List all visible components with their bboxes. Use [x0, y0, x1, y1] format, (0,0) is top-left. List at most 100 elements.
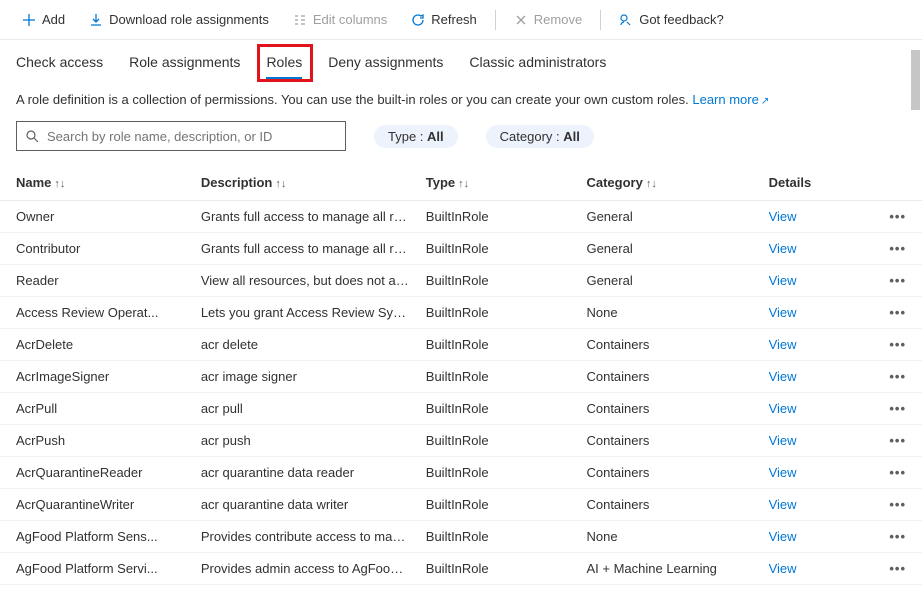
description-row: A role definition is a collection of per… — [0, 80, 922, 121]
col-header-category[interactable]: Category↑↓ — [578, 165, 760, 201]
sort-icon: ↑↓ — [54, 178, 65, 190]
scrollbar-thumb[interactable] — [911, 50, 920, 110]
cell-name[interactable]: AcrPull — [0, 393, 193, 425]
table-row: AcrQuarantineWriteracr quarantine data w… — [0, 489, 922, 521]
table-row: AgFood Platform Sens...Provides contribu… — [0, 521, 922, 553]
more-actions-icon[interactable]: ••• — [889, 337, 906, 352]
table-row: AcrPullacr pullBuiltInRoleContainers View… — [0, 393, 922, 425]
sort-icon: ↑↓ — [275, 178, 286, 190]
view-link[interactable]: View — [769, 241, 797, 256]
cell-description: acr quarantine data reader — [193, 457, 418, 489]
tab-classic-administrators[interactable]: Classic administrators — [469, 54, 606, 80]
table-row: AcrPushacr pushBuiltInRoleContainersView… — [0, 425, 922, 457]
cell-name[interactable]: AcrImageSigner — [0, 361, 193, 393]
filters-row: Type : All Category : All — [0, 121, 922, 165]
view-link[interactable]: View — [769, 497, 797, 512]
cell-type: BuiltInRole — [418, 201, 579, 233]
feedback-label: Got feedback? — [639, 12, 724, 27]
cell-category: Containers — [578, 425, 760, 457]
view-link[interactable]: View — [769, 209, 797, 224]
cell-category: General — [578, 233, 760, 265]
cell-name[interactable]: Reader — [0, 265, 193, 297]
cell-category: None — [578, 297, 760, 329]
cell-category: Containers — [578, 329, 760, 361]
more-actions-icon[interactable]: ••• — [889, 497, 906, 512]
cell-description: acr pull — [193, 393, 418, 425]
tabs: Check access Role assignments Roles Deny… — [0, 40, 922, 80]
search-input[interactable] — [45, 128, 337, 145]
sort-icon: ↑↓ — [458, 178, 469, 190]
view-link[interactable]: View — [769, 465, 797, 480]
cell-name[interactable]: Access Review Operat... — [0, 297, 193, 329]
more-actions-icon[interactable]: ••• — [889, 209, 906, 224]
table-row: AcrImageSigneracr image signerBuiltInRol… — [0, 361, 922, 393]
cell-type: BuiltInRole — [418, 425, 579, 457]
view-link[interactable]: View — [769, 529, 797, 544]
view-link[interactable]: View — [769, 369, 797, 384]
cell-name[interactable]: Contributor — [0, 233, 193, 265]
cell-category: Containers — [578, 489, 760, 521]
cell-category: None — [578, 521, 760, 553]
tab-deny-assignments[interactable]: Deny assignments — [328, 54, 443, 80]
cell-category: General — [578, 201, 760, 233]
tab-role-assignments[interactable]: Role assignments — [129, 54, 240, 80]
toolbar: Add Download role assignments Edit colum… — [0, 0, 922, 40]
cell-name[interactable]: AcrPush — [0, 425, 193, 457]
col-header-type[interactable]: Type↑↓ — [418, 165, 579, 201]
more-actions-icon[interactable]: ••• — [889, 369, 906, 384]
view-link[interactable]: View — [769, 401, 797, 416]
table-row: Access Review Operat...Lets you grant Ac… — [0, 297, 922, 329]
feedback-button[interactable]: Got feedback? — [609, 8, 734, 31]
cell-description: Lets you grant Access Review Syste... — [193, 297, 418, 329]
search-box[interactable] — [16, 121, 346, 151]
more-actions-icon[interactable]: ••• — [889, 241, 906, 256]
cell-description: View all resources, but does not all... — [193, 265, 418, 297]
cell-name[interactable]: AcrQuarantineReader — [0, 457, 193, 489]
cell-type: BuiltInRole — [418, 233, 579, 265]
cell-name[interactable]: Owner — [0, 201, 193, 233]
add-label: Add — [42, 12, 65, 27]
cell-name[interactable]: AcrQuarantineWriter — [0, 489, 193, 521]
cell-category: Containers — [578, 361, 760, 393]
cell-category: General — [578, 265, 760, 297]
cell-name[interactable]: AgFood Platform Sens... — [0, 521, 193, 553]
more-actions-icon[interactable]: ••• — [889, 401, 906, 416]
view-link[interactable]: View — [769, 337, 797, 352]
more-actions-icon[interactable]: ••• — [889, 465, 906, 480]
category-filter-pill[interactable]: Category : All — [486, 125, 594, 148]
table-row: OwnerGrants full access to manage all re… — [0, 201, 922, 233]
view-link[interactable]: View — [769, 433, 797, 448]
cell-description: Grants full access to manage all res... — [193, 233, 418, 265]
tab-check-access[interactable]: Check access — [16, 54, 103, 80]
download-button[interactable]: Download role assignments — [79, 8, 279, 31]
cell-name[interactable]: AcrDelete — [0, 329, 193, 361]
cell-type: BuiltInRole — [418, 329, 579, 361]
type-filter-label: Type : — [388, 129, 427, 144]
tab-roles[interactable]: Roles — [266, 54, 302, 80]
more-actions-icon[interactable]: ••• — [889, 273, 906, 288]
more-actions-icon[interactable]: ••• — [889, 529, 906, 544]
col-header-name[interactable]: Name↑↓ — [0, 165, 193, 201]
cell-category: Containers — [578, 393, 760, 425]
view-link[interactable]: View — [769, 561, 797, 576]
learn-more-link[interactable]: Learn more↗ — [692, 92, 769, 107]
sort-icon: ↑↓ — [646, 178, 657, 190]
refresh-icon — [411, 13, 425, 27]
view-link[interactable]: View — [769, 273, 797, 288]
add-button[interactable]: Add — [12, 8, 75, 31]
more-actions-icon[interactable]: ••• — [889, 561, 906, 576]
cell-name[interactable]: AgFood Platform Servi... — [0, 553, 193, 585]
col-header-description[interactable]: Description↑↓ — [193, 165, 418, 201]
more-actions-icon[interactable]: ••• — [889, 305, 906, 320]
cell-type: BuiltInRole — [418, 361, 579, 393]
table-row: ContributorGrants full access to manage … — [0, 233, 922, 265]
cell-type: BuiltInRole — [418, 457, 579, 489]
refresh-button[interactable]: Refresh — [401, 8, 487, 31]
download-label: Download role assignments — [109, 12, 269, 27]
type-filter-pill[interactable]: Type : All — [374, 125, 458, 148]
type-filter-value: All — [427, 129, 444, 144]
more-actions-icon[interactable]: ••• — [889, 433, 906, 448]
view-link[interactable]: View — [769, 305, 797, 320]
cell-type: BuiltInRole — [418, 393, 579, 425]
category-filter-label: Category : — [500, 129, 564, 144]
